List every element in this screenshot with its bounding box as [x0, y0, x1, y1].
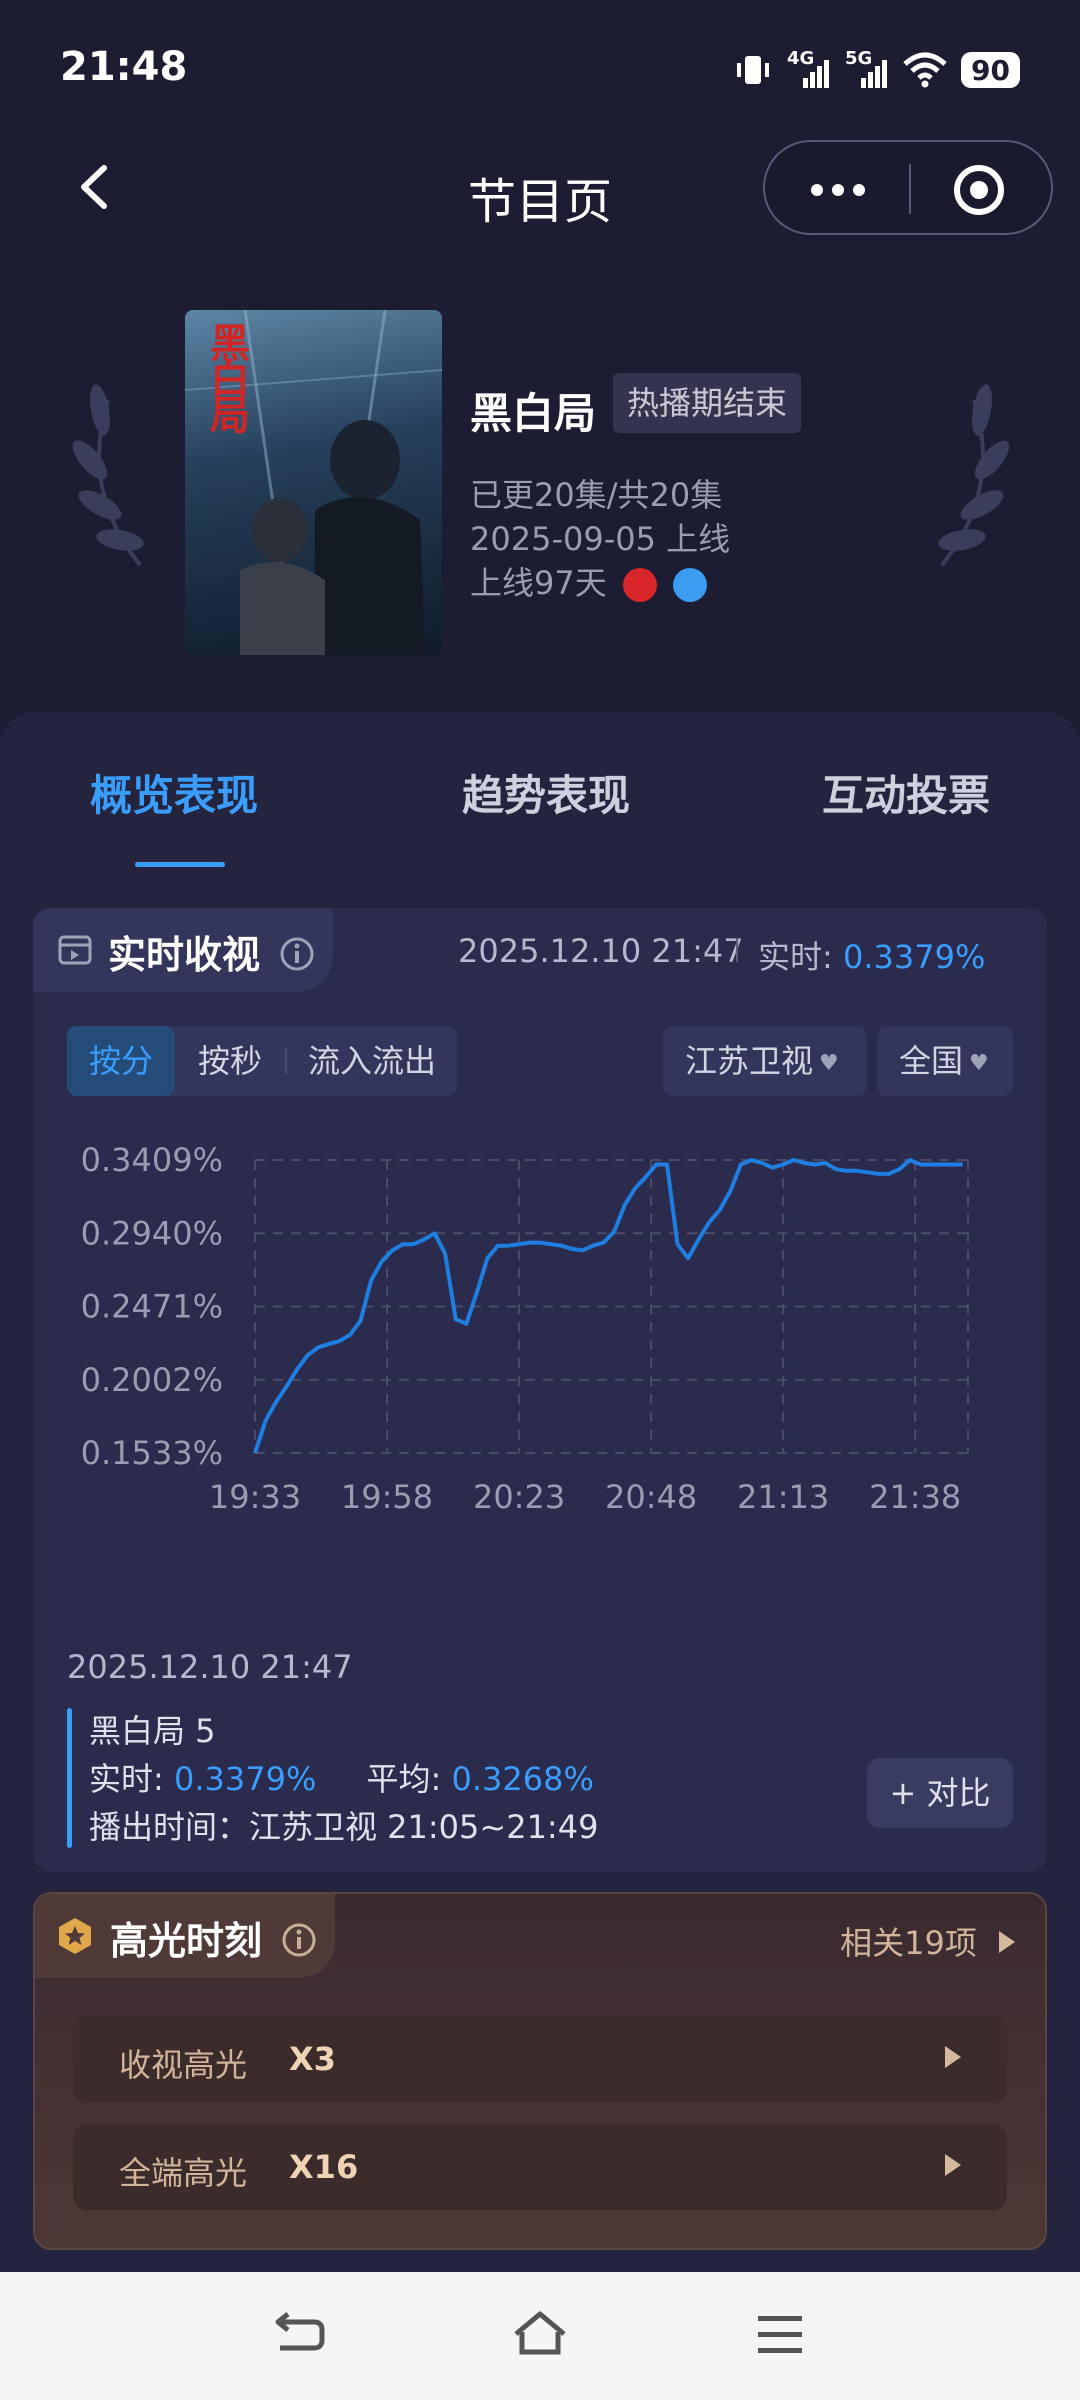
seg-by-minute[interactable]: 按分 [67, 1026, 175, 1096]
show-poster[interactable]: 黑白局 [185, 310, 442, 655]
system-navigation-bar [0, 2272, 1080, 2400]
mini-program-capsule [763, 140, 1053, 235]
highlights-card: 高光时刻 相关19项 收视高光 X3 全端高光 X16 [33, 1892, 1047, 2250]
realtime-value: 0.3379% [842, 938, 986, 976]
info-icon[interactable] [281, 1922, 317, 1958]
wifi-icon [903, 52, 947, 88]
related-link[interactable]: 相关19项 [840, 1918, 1015, 1964]
battery-indicator: 90 [961, 52, 1020, 88]
seg-flow[interactable]: 流入流出 [287, 1026, 457, 1096]
x-tick-label: 20:48 [605, 1478, 697, 1516]
video-app-logo-icon [673, 568, 708, 602]
x-tick-label: 20:23 [473, 1478, 565, 1516]
play-arrow-icon [999, 1931, 1015, 1953]
realtime-rating-card: 实时收视 2025.12.10 21:47 实时: 0.3379% 按分 按秒 … [33, 908, 1047, 1872]
x-tick-label: 21:38 [869, 1478, 961, 1516]
status-icons: 4G 5G 90 [733, 48, 1020, 92]
region-value: 全国 [899, 1042, 964, 1080]
home-icon[interactable] [510, 2308, 570, 2362]
related-count: 相关19项 [840, 1924, 977, 1962]
detail-values-row: 实时: 0.3379% 平均: 0.3268% [89, 1754, 594, 1800]
x-tick-label: 21:13 [737, 1478, 829, 1516]
capsule-divider [909, 164, 911, 214]
detail-realtime-label: 实时: [89, 1760, 164, 1798]
rating-title: 实时收视 [108, 924, 315, 979]
highlight-label: 收视高光 [119, 2046, 248, 2084]
detail-accent-bar [67, 1708, 72, 1848]
days-online: 上线97天 [470, 564, 607, 602]
tv-icon [58, 935, 92, 965]
realtime-label: 实时: [758, 938, 833, 976]
detail-realtime-value: 0.3379% [173, 1760, 317, 1798]
chevron-down-icon: ♥ [969, 1051, 989, 1076]
platform-logo-icon [622, 568, 657, 602]
channel-value: 江苏卫视 [685, 1042, 814, 1080]
airtime-info: 播出时间：江苏卫视 21:05~21:49 [89, 1808, 599, 1846]
compare-button[interactable]: + 对比 [867, 1758, 1013, 1828]
selected-timestamp: 2025.12.10 21:47 [67, 1648, 353, 1686]
poster-title: 黑白局 [203, 322, 249, 430]
chevron-down-icon: ♥ [819, 1051, 839, 1076]
detail-average-label: 平均: [366, 1760, 442, 1798]
x-tick-label: 19:58 [341, 1478, 433, 1516]
seg-by-second[interactable]: 按秒 [175, 1026, 285, 1096]
y-tick-label: 0.2002% [81, 1361, 223, 1399]
y-tick-label: 0.3409% [81, 1141, 223, 1179]
more-button[interactable] [803, 170, 873, 210]
back-gesture-icon[interactable] [270, 2308, 330, 2362]
play-arrow-icon [945, 2046, 961, 2068]
highlight-row-rating[interactable]: 收视高光 X3 [73, 2016, 1007, 2102]
y-tick-label: 0.1533% [81, 1434, 223, 1472]
y-tick-label: 0.2940% [81, 1214, 223, 1252]
detail-average-value: 0.3268% [451, 1760, 594, 1798]
nav-bar: 节目页 [0, 140, 1080, 235]
status-bar: 21:48 4G 5G 90 [0, 0, 1080, 140]
highlight-row-allplatform[interactable]: 全端高光 X16 [73, 2124, 1007, 2210]
rating-timestamp: 2025.12.10 21:47 [458, 932, 744, 970]
play-arrow-icon [945, 2154, 961, 2176]
laurel-right-icon [938, 384, 1010, 567]
highlights-header: 高光时刻 [35, 1894, 335, 1978]
highlight-label: 全端高光 [119, 2154, 248, 2192]
y-tick-label: 0.2471% [81, 1288, 223, 1326]
realtime-value-row: 实时: 0.3379% [758, 932, 985, 978]
signal-4g-icon: 4G [787, 50, 831, 90]
channel-dropdown[interactable]: 江苏卫视 ♥ [663, 1026, 867, 1096]
close-miniprogram-button[interactable] [951, 162, 1007, 218]
highlight-count: X3 [289, 2040, 336, 2078]
highlights-title: 高光时刻 [110, 1910, 317, 1965]
menu-icon[interactable] [750, 2308, 810, 2362]
region-dropdown[interactable]: 全国 ♥ [877, 1026, 1013, 1096]
star-badge-icon [59, 1918, 91, 1954]
signal-5g-icon: 5G [845, 50, 889, 90]
rating-title-text: 实时收视 [108, 933, 261, 977]
tab-vote[interactable]: 互动投票 [822, 762, 990, 823]
tab-overview[interactable]: 概览表现 [90, 762, 258, 823]
header-divider [736, 938, 738, 962]
rating-line-chart[interactable]: 0.3409% 0.2940% 0.2471% 0.2002% 0.1533% 19:33… [33, 1108, 1047, 1628]
episodes-info: 已更20集/共20集 [470, 476, 723, 514]
episode-name: 黑白局 5 [89, 1712, 216, 1750]
highlights-title-text: 高光时刻 [110, 1919, 263, 1963]
status-time: 21:48 [60, 44, 188, 90]
highlight-count: X16 [289, 2148, 359, 2186]
vibrate-icon [737, 56, 770, 84]
status-badge: 热播期结束 [613, 373, 802, 433]
premiere-date: 2025-09-05 上线 [470, 520, 731, 558]
tab-bar: 概览表现 趋势表现 互动投票 [0, 712, 1080, 872]
rating-header: 实时收视 [33, 908, 333, 992]
tab-indicator [135, 862, 225, 867]
info-icon[interactable] [279, 936, 315, 972]
x-tick-label: 19:33 [209, 1478, 301, 1516]
show-title: 黑白局 [470, 389, 597, 438]
laurel-left-icon [72, 384, 144, 567]
granularity-segmented-control: 按分 按秒 流入流出 [67, 1026, 457, 1096]
days-online-row: 上线97天 [470, 558, 708, 604]
tab-trend[interactable]: 趋势表现 [462, 762, 630, 823]
